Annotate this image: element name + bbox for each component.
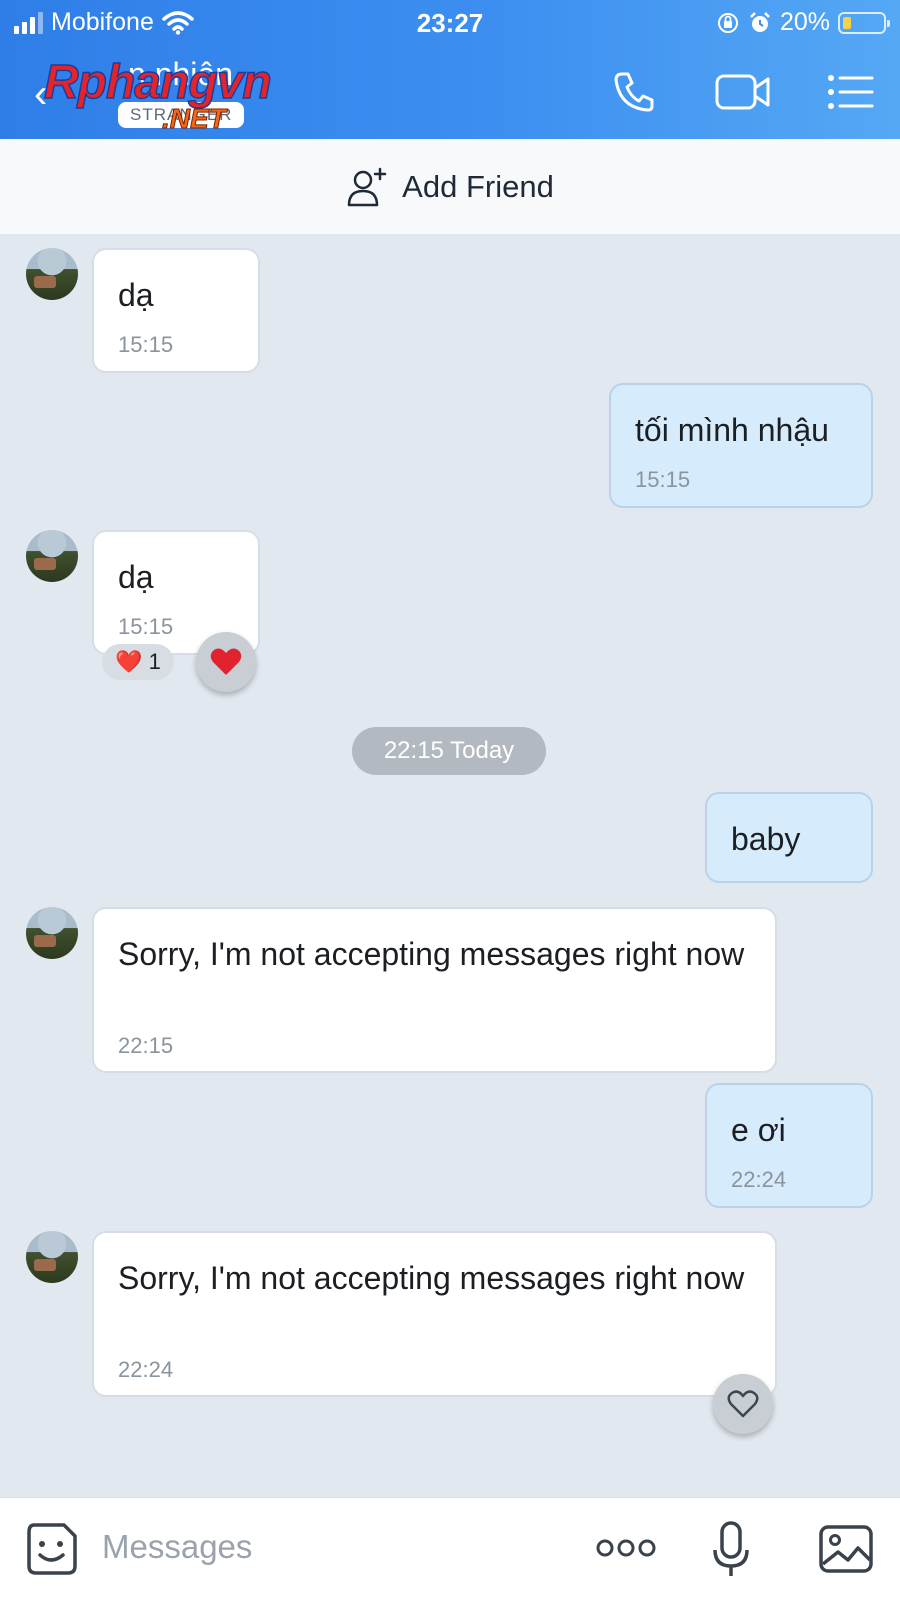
watermark-logo: Rphangvn .NET [43,55,314,140]
message-time: 15:15 [118,614,174,639]
message-text: Sorry, I'm not accepting messages right … [118,1260,745,1296]
message-bubble-incoming[interactable]: dạ 15:15 [92,248,260,373]
add-friend-bar[interactable]: Add Friend [0,139,900,234]
react-heart-button[interactable] [713,1374,773,1434]
message-bubble-outgoing[interactable]: e ơi 22:24 [705,1083,873,1208]
heart-outline-icon [727,1390,759,1418]
reaction-count: 1 [148,649,161,674]
message-bubble-outgoing[interactable]: baby [705,792,873,883]
chat-header: Mobifone 23:27 20% ‹ n nhiên STRANGER Rp… [0,0,900,139]
contact-avatar[interactable] [26,907,78,959]
image-gallery-icon[interactable] [818,1524,874,1574]
heart-icon: ❤️ [115,649,143,674]
message-time: 15:15 [635,467,691,492]
watermark-main: Rphangvn [43,55,272,110]
message-time: 22:24 [118,1357,174,1382]
message-time: 22:24 [731,1167,787,1192]
react-heart-button[interactable] [196,632,256,692]
message-text: Sorry, I'm not accepting messages right … [118,936,745,972]
message-bubble-incoming[interactable]: Sorry, I'm not accepting messages right … [92,907,777,1073]
message-bubble-outgoing[interactable]: tối mình nhậu 15:15 [609,383,873,508]
add-user-icon [347,167,387,206]
message-text: dạ [118,559,154,595]
message-text: dạ [118,277,154,313]
heart-filled-icon [210,648,242,675]
contact-avatar[interactable] [26,530,78,582]
rotation-lock-icon [717,12,738,33]
reaction-count-pill[interactable]: ❤️ 1 [102,644,174,680]
contact-avatar[interactable] [26,248,78,300]
message-time: 15:15 [118,332,174,357]
video-call-icon[interactable] [714,68,772,116]
menu-list-icon[interactable] [826,68,876,116]
message-bubble-incoming[interactable]: Sorry, I'm not accepting messages right … [92,1231,777,1397]
add-friend-label: Add Friend [402,168,554,204]
sticker-icon[interactable] [26,1522,78,1576]
alarm-icon [750,11,770,32]
message-input[interactable]: Messages [102,1528,252,1566]
battery-icon [838,11,890,34]
message-text: tối mình nhậu [635,412,829,448]
message-text: baby [731,821,801,857]
message-input-bar: Messages [0,1497,900,1600]
phone-icon[interactable] [610,68,658,116]
message-text: e ơi [731,1112,786,1148]
battery-percent: 20% [779,8,830,36]
message-time: 22:15 [118,1033,174,1058]
status-bar: Mobifone 23:27 20% [0,0,900,46]
contact-avatar[interactable] [26,1231,78,1283]
date-separator: 22:15 Today [352,727,546,775]
watermark-sub: .NET [162,103,227,135]
more-options-icon[interactable] [596,1536,656,1560]
microphone-icon[interactable] [712,1520,750,1580]
